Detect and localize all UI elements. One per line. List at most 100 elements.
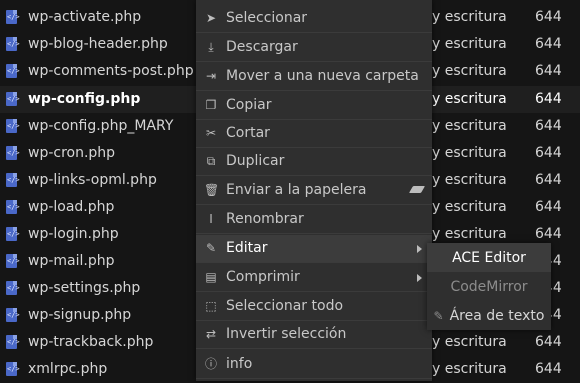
eraser-icon[interactable] [408,186,426,193]
file-permissions: y escritura [432,226,507,242]
scissors-icon: ✂ [205,126,217,140]
menu-item-editar[interactable]: ✎ Editar [196,235,432,263]
php-file-icon: </> [6,92,20,106]
menu-item-enviar-a-la-papelera[interactable]: 🗑 Enviar a la papelera [196,177,432,205]
submenu-item-label: ACE Editor [452,249,526,266]
edit-submenu: ACE Editor CodeMirror ✎ Área de texto [427,243,551,330]
compress-icon: ▤ [205,270,217,284]
menu-item-label: Descargar [226,39,298,55]
menu-item-label: Invertir selección [226,326,347,342]
file-permissions: y escritura [432,118,507,134]
submenu-item-label: Área de texto [449,307,545,324]
trash-icon: 🗑 [204,183,220,197]
file-permissions: y escritura [432,172,507,188]
menu-item-comprimir[interactable]: ▤ Comprimir [196,264,432,292]
file-mode: 644 [535,172,562,188]
menu-item-label: Editar [226,240,268,256]
php-file-icon: </> [6,335,20,349]
file-permissions: y escritura [432,9,507,25]
php-file-icon: </> [6,10,20,24]
chevron-right-icon [417,245,422,253]
php-file-icon: </> [6,308,20,322]
menu-item-label: Mover a una nueva carpeta [226,68,419,84]
file-permissions: y escritura [432,145,507,161]
file-mode: 644 [535,36,562,52]
file-mode: 644 [535,199,562,215]
menu-item-seleccionar-todo[interactable]: ⬚ Seleccionar todo [196,293,432,321]
submenu-item-ace-editor[interactable]: ACE Editor [427,243,551,272]
file-name: wp-login.php [28,226,119,242]
menu-item-invertir-seleccion[interactable]: ⇄ Invertir selección [196,321,432,349]
file-name: wp-load.php [28,199,115,215]
duplicate-icon: ⧉ [206,154,216,168]
menu-item-cortar[interactable]: ✂ Cortar [196,120,432,148]
php-file-icon: </> [6,119,20,133]
file-name: wp-trackback.php [28,334,154,350]
file-mode: 644 [535,91,562,107]
php-file-icon: </> [6,254,20,268]
menu-item-label: Renombrar [226,211,304,227]
menu-item-label: Cortar [226,125,270,141]
menu-item-seleccionar[interactable]: ➤ Seleccionar [196,5,432,33]
file-permissions: y escritura [432,334,507,350]
menu-item-duplicar[interactable]: ⧉ Duplicar [196,148,432,176]
file-mode: 644 [535,63,562,79]
file-name: wp-activate.php [28,9,142,25]
file-name: wp-links-opml.php [28,172,157,188]
rename-cursor-icon: I [209,212,213,226]
file-permissions: y escritura [432,361,507,377]
file-name: wp-config.php_MARY [28,118,174,134]
menu-item-copiar[interactable]: ❐ Copiar [196,92,432,120]
php-file-icon: </> [6,362,20,376]
file-name: wp-mail.php [28,253,115,269]
file-mode: 644 [535,226,562,242]
file-name: wp-cron.php [28,145,116,161]
cursor-icon: ➤ [205,11,217,25]
php-file-icon: </> [6,227,20,241]
file-name: wp-config.php [28,91,141,107]
menu-item-label: Comprimir [226,269,300,285]
menu-item-mover-a-una-nueva-carpeta[interactable]: ⇥ Mover a una nueva carpeta [196,63,432,91]
menu-item-info[interactable]: ⓘ info [196,351,432,379]
menu-item-label: Enviar a la papelera [226,182,367,198]
file-mode: 644 [535,145,562,161]
php-file-icon: </> [6,173,20,187]
php-file-icon: </> [6,37,20,51]
move-folder-icon: ⇥ [205,69,217,83]
file-permissions: y escritura [432,91,507,107]
php-file-icon: </> [6,281,20,295]
file-permissions: y escritura [432,199,507,215]
submenu-item-area-de-texto[interactable]: ✎ Área de texto [427,301,551,330]
file-mode: 644 [535,118,562,134]
file-mode: 644 [535,334,562,350]
download-icon: ⤓ [208,40,214,54]
php-file-icon: </> [6,64,20,78]
php-file-icon: </> [6,200,20,214]
menu-item-label: Seleccionar [226,10,308,26]
file-name: wp-signup.php [28,307,132,323]
menu-item-label: Copiar [226,97,272,113]
submenu-item-label: CodeMirror [450,278,528,295]
copy-icon: ❐ [205,98,217,112]
submenu-item-codemirror: CodeMirror [427,272,551,301]
chevron-right-icon [417,274,422,282]
context-menu: ➤ Seleccionar ⤓ Descargar ⇥ Mover a una nueva… [196,0,432,381]
file-name: wp-comments-post.php [28,63,194,79]
feather-icon: ✎ [205,241,217,255]
php-file-icon: </> [6,146,20,160]
file-name: wp-settings.php [28,280,141,296]
menu-item-label: Seleccionar todo [226,298,344,314]
menu-item-label: Duplicar [226,153,285,169]
feather-icon: ✎ [433,308,444,323]
file-permissions: y escritura [432,63,507,79]
menu-item-renombrar[interactable]: I Renombrar [196,206,432,234]
invert-selection-icon: ⇄ [205,327,217,341]
info-icon: ⓘ [204,357,217,371]
file-name: xmlrpc.php [28,361,108,377]
menu-item-descargar[interactable]: ⤓ Descargar [196,34,432,62]
file-mode: 644 [535,361,562,377]
file-permissions: y escritura [432,36,507,52]
select-all-icon: ⬚ [205,299,217,313]
menu-item-label: info [226,356,253,372]
file-name: wp-blog-header.php [28,36,168,52]
